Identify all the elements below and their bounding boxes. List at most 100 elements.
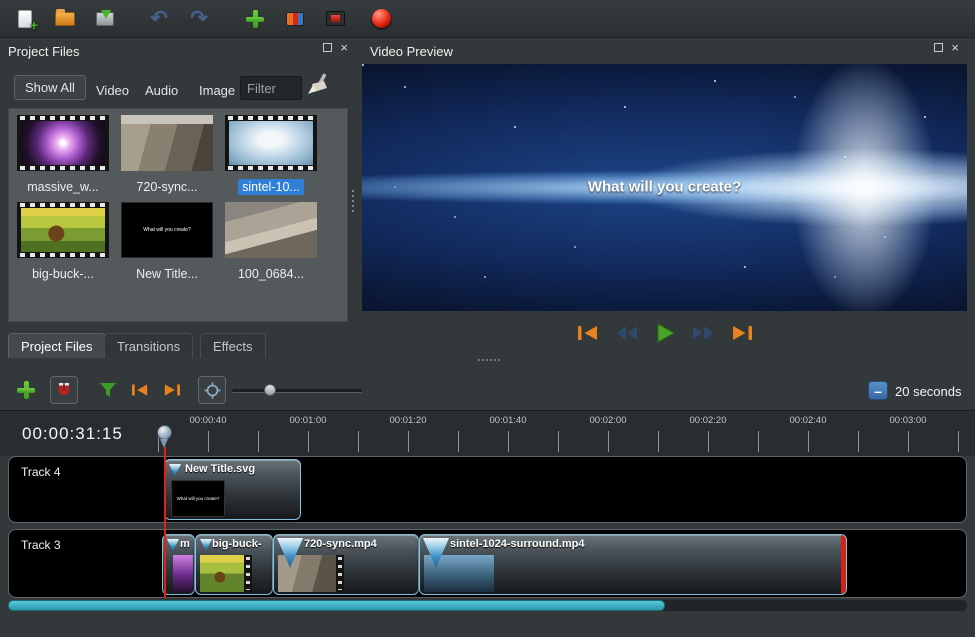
video-preview-title: Video Preview [362, 44, 453, 59]
magnet-icon [55, 381, 73, 399]
clip-new-title[interactable]: New Title.svg What will you create? [164, 459, 301, 520]
clip-label: sintel-1024-surround.mp4 [450, 538, 584, 550]
file-item-bigbuck[interactable]: big-buck-... [15, 202, 111, 283]
close-icon[interactable]: × [340, 43, 348, 52]
tab-project-files[interactable]: Project Files [8, 333, 106, 358]
file-thumbnail: What will you create? [121, 202, 213, 258]
clip-thumbnail: What will you create? [171, 480, 225, 517]
import-files-button[interactable] [242, 6, 268, 32]
jump-to-end-button[interactable] [729, 323, 755, 343]
add-track-button[interactable] [12, 376, 40, 404]
green-plus-icon [246, 10, 264, 28]
red-sphere-icon [372, 9, 391, 28]
save-project-button[interactable] [92, 6, 118, 32]
open-project-button[interactable] [52, 6, 78, 32]
filter-audio-button[interactable]: Audio [141, 78, 182, 103]
ruler-label: 00:02:40 [778, 415, 838, 426]
undo-button[interactable]: ↶ [146, 6, 172, 32]
filter-video-button[interactable]: Video [92, 78, 133, 103]
undo-arrow-icon: ↶ [150, 8, 168, 29]
clear-filter-button[interactable] [306, 72, 332, 103]
playhead-marker[interactable] [157, 425, 172, 440]
starfield [362, 64, 364, 66]
snapping-toggle-button[interactable] [50, 376, 78, 404]
clip-massive[interactable]: m [162, 534, 195, 595]
ruler-label: 00:03:00 [878, 415, 938, 426]
animated-title-button[interactable] [368, 6, 394, 32]
file-label: big-buck-... [28, 266, 98, 282]
undock-icon[interactable] [934, 43, 943, 52]
clip-720-sync[interactable]: 720-sync.mp4 [273, 534, 419, 595]
center-on-playhead-button[interactable] [198, 376, 226, 404]
zoom-out-button[interactable]: – [868, 381, 888, 400]
file-thumbnail [121, 115, 213, 171]
ruler-label: 00:02:20 [678, 415, 738, 426]
track-4[interactable]: Track 4 New Title.svg What will you crea… [8, 456, 967, 523]
timeline-splitter-handle[interactable] [478, 359, 480, 361]
clip-trim-marker[interactable] [841, 535, 846, 594]
file-label: 720-sync... [132, 179, 201, 195]
close-icon[interactable]: × [951, 43, 959, 52]
panel-splitter-handle[interactable] [352, 190, 354, 192]
timeline-scrollbar-thumb[interactable] [8, 600, 665, 611]
rewind-button[interactable] [614, 323, 640, 343]
redo-arrow-icon: ↷ [190, 8, 208, 29]
export-video-button[interactable] [322, 6, 348, 32]
clip-label: big-buck- [212, 538, 262, 550]
ruler-ticks [158, 431, 968, 452]
file-item-100-0684[interactable]: 100_0684... [223, 202, 319, 283]
title-thumb-text: What will you create? [143, 227, 191, 233]
file-item-sintel[interactable]: sintel-10... [223, 115, 319, 196]
tab-transitions[interactable]: Transitions [104, 333, 193, 358]
file-thumbnail [225, 115, 317, 171]
file-thumbnail [17, 115, 109, 171]
play-button[interactable] [653, 322, 677, 344]
tab-label: Transitions [117, 339, 180, 354]
save-arrow-icon [96, 12, 114, 26]
file-item-new-title[interactable]: What will you create? New Title... [119, 202, 215, 283]
file-thumbnail [225, 202, 317, 258]
clip-thumbnail [200, 555, 244, 592]
file-item-720sync[interactable]: 720-sync... [119, 115, 215, 196]
clip-sintel[interactable]: sintel-1024-surround.mp4 [419, 534, 847, 595]
add-track-plus-icon [17, 381, 35, 399]
file-label: massive_w... [23, 179, 103, 195]
project-files-grid: massive_w... 720-sync... sintel-10... bi… [8, 108, 348, 322]
project-files-title: Project Files [0, 44, 80, 59]
undock-icon[interactable] [323, 43, 332, 52]
file-label: New Title... [132, 266, 202, 282]
choose-profile-button[interactable] [282, 6, 308, 32]
jump-to-start-button[interactable] [575, 323, 601, 343]
zoom-slider[interactable] [232, 389, 362, 393]
filter-input[interactable] [240, 76, 302, 100]
clip-menu-icon[interactable] [169, 464, 181, 476]
clip-menu-icon[interactable] [167, 539, 179, 551]
timeline-scrollbar-track[interactable] [8, 600, 967, 611]
filter-image-button[interactable]: Image [195, 78, 239, 103]
file-item-massive[interactable]: massive_w... [15, 115, 111, 196]
next-marker-button[interactable] [158, 376, 186, 404]
folder-open-icon [55, 12, 75, 26]
previous-marker-button[interactable] [126, 376, 154, 404]
playhead-marker-tail [160, 439, 168, 448]
file-label: 100_0684... [234, 266, 308, 282]
film-frame-icon [326, 11, 345, 26]
clip-menu-icon[interactable] [200, 539, 212, 551]
clip-thumbnail [278, 555, 336, 592]
track-3[interactable]: Track 3 m big-buck- 720-sync.mp4 sintel-… [8, 529, 967, 598]
ruler-label: 00:01:20 [378, 415, 438, 426]
clip-label: New Title.svg [185, 463, 255, 475]
video-preview-canvas[interactable]: What will you create? [362, 64, 967, 311]
redo-button[interactable]: ↷ [186, 6, 212, 32]
add-marker-button[interactable] [94, 376, 122, 404]
zoom-slider-handle[interactable] [264, 384, 276, 396]
tab-effects[interactable]: Effects [200, 333, 266, 358]
new-project-button[interactable]: + [12, 6, 38, 32]
clip-thumbnail [173, 555, 193, 592]
film-sprockets [244, 555, 252, 592]
clip-big-buck[interactable]: big-buck- [195, 534, 273, 595]
fast-forward-button[interactable] [690, 323, 716, 343]
file-thumbnail [17, 202, 109, 258]
ruler-label: 00:02:00 [578, 415, 638, 426]
filter-show-all-button[interactable]: Show All [14, 75, 86, 100]
